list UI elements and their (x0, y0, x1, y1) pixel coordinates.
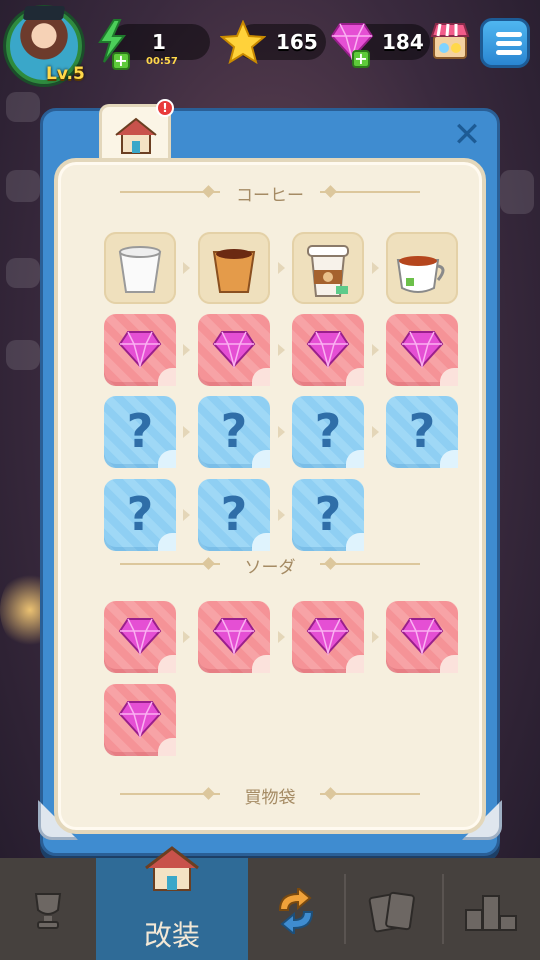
gem-icon (400, 331, 444, 369)
chevron-right-icon (183, 631, 190, 643)
add-energy-button[interactable]: + (112, 52, 130, 70)
exchange-icon (278, 888, 314, 934)
chevron-right-icon (183, 509, 190, 521)
gem-icon (212, 618, 256, 656)
gem-icon (118, 701, 162, 739)
item-tile-gem[interactable] (386, 314, 458, 386)
question-mark-icon: ? (220, 404, 248, 458)
shop-icon[interactable] (430, 20, 470, 62)
item-tile-unknown[interactable]: ? (104, 479, 176, 551)
star-count: 165 (276, 30, 318, 54)
chevron-right-icon (372, 344, 379, 356)
bottom-navigation: 改装 (0, 846, 540, 960)
house-icon (145, 846, 199, 891)
item-tile-gem[interactable] (198, 601, 270, 673)
chevron-right-icon (278, 262, 285, 274)
top-bar: Lv.5 + 1 00:57 165 + 184 (0, 0, 540, 96)
cards-icon (368, 891, 415, 933)
background-sign (500, 170, 534, 214)
trophy-icon (34, 893, 62, 929)
chevron-right-icon (183, 426, 190, 438)
item-tile-takeaway-coffee[interactable] (292, 232, 364, 304)
gem-count: 184 (382, 30, 424, 54)
chevron-right-icon (372, 262, 379, 274)
menu-line-icon (496, 50, 522, 55)
item-tile-unknown[interactable]: ? (198, 396, 270, 468)
question-mark-icon: ? (408, 404, 436, 458)
section-header-soda: ソーダ (120, 554, 420, 578)
item-tile-gem[interactable] (292, 601, 364, 673)
background-sign (6, 258, 40, 288)
item-tile-gem[interactable] (386, 601, 458, 673)
chevron-right-icon (372, 631, 379, 643)
coffee-cup-icon (212, 249, 256, 293)
chevron-right-icon (183, 262, 190, 274)
item-tile-gem[interactable] (104, 314, 176, 386)
item-tile-gem[interactable] (292, 314, 364, 386)
question-mark-icon: ? (126, 487, 154, 541)
item-tile-unknown[interactable]: ? (292, 479, 364, 551)
item-tile-gem[interactable] (104, 684, 176, 756)
item-tile-tea-cup[interactable] (386, 232, 458, 304)
gem-icon (118, 331, 162, 369)
energy-timer: 00:57 (146, 56, 178, 67)
star-icon (220, 20, 266, 64)
question-mark-icon: ? (314, 404, 342, 458)
paper-cup-icon (118, 246, 162, 293)
nav-item-cards[interactable] (346, 858, 442, 960)
chevron-right-icon (278, 344, 285, 356)
house-icon (115, 117, 157, 154)
section-header-coffee: コーヒー (120, 182, 420, 206)
close-button[interactable]: ✕ (450, 118, 484, 152)
item-tile-cup-coffee[interactable] (198, 232, 270, 304)
gem-icon (306, 331, 350, 369)
chevron-right-icon (278, 509, 285, 521)
energy-count: 1 (152, 30, 166, 54)
nav-item-trophy[interactable] (0, 858, 96, 960)
chevron-right-icon (372, 426, 379, 438)
main-menu-button[interactable] (480, 18, 530, 68)
question-mark-icon: ? (220, 487, 248, 541)
background-sign (6, 340, 40, 370)
item-tile-empty-cup[interactable] (104, 232, 176, 304)
item-tile-unknown[interactable]: ? (386, 396, 458, 468)
chevron-right-icon (278, 631, 285, 643)
nav-label-renovate: 改装 (143, 919, 200, 952)
player-level: Lv.5 (46, 64, 85, 84)
gem-icon (212, 331, 256, 369)
section-title: 買物袋 (244, 788, 296, 808)
gem-icon (306, 618, 350, 656)
gem-icon (400, 618, 444, 656)
item-tile-gem[interactable] (198, 314, 270, 386)
gem-icon (118, 618, 162, 656)
section-header-shopping-bag: 買物袋 (120, 784, 420, 808)
graduation-cap-icon (22, 6, 66, 20)
question-mark-icon: ? (314, 487, 342, 541)
section-title: ソーダ (244, 558, 296, 578)
tea-cup-icon (396, 256, 445, 293)
nav-item-ranking[interactable] (444, 858, 540, 960)
nav-item-exchange[interactable] (248, 858, 344, 960)
podium-icon (465, 895, 517, 931)
chevron-right-icon (278, 426, 285, 438)
item-tile-gem[interactable] (104, 601, 176, 673)
question-mark-icon: ? (126, 404, 154, 458)
background-sign (6, 92, 40, 122)
notification-badge: ! (156, 99, 174, 117)
takeaway-coffee-icon (307, 245, 349, 297)
item-tile-unknown[interactable]: ? (104, 396, 176, 468)
menu-line-icon (496, 32, 522, 37)
background-sign (6, 170, 40, 202)
add-gems-button[interactable]: + (352, 50, 370, 68)
chevron-right-icon (183, 344, 190, 356)
section-title: コーヒー (236, 186, 304, 206)
item-tile-unknown[interactable]: ? (198, 479, 270, 551)
item-tile-unknown[interactable]: ? (292, 396, 364, 468)
menu-line-icon (496, 41, 522, 46)
nav-item-renovate[interactable]: 改装 (96, 846, 248, 960)
